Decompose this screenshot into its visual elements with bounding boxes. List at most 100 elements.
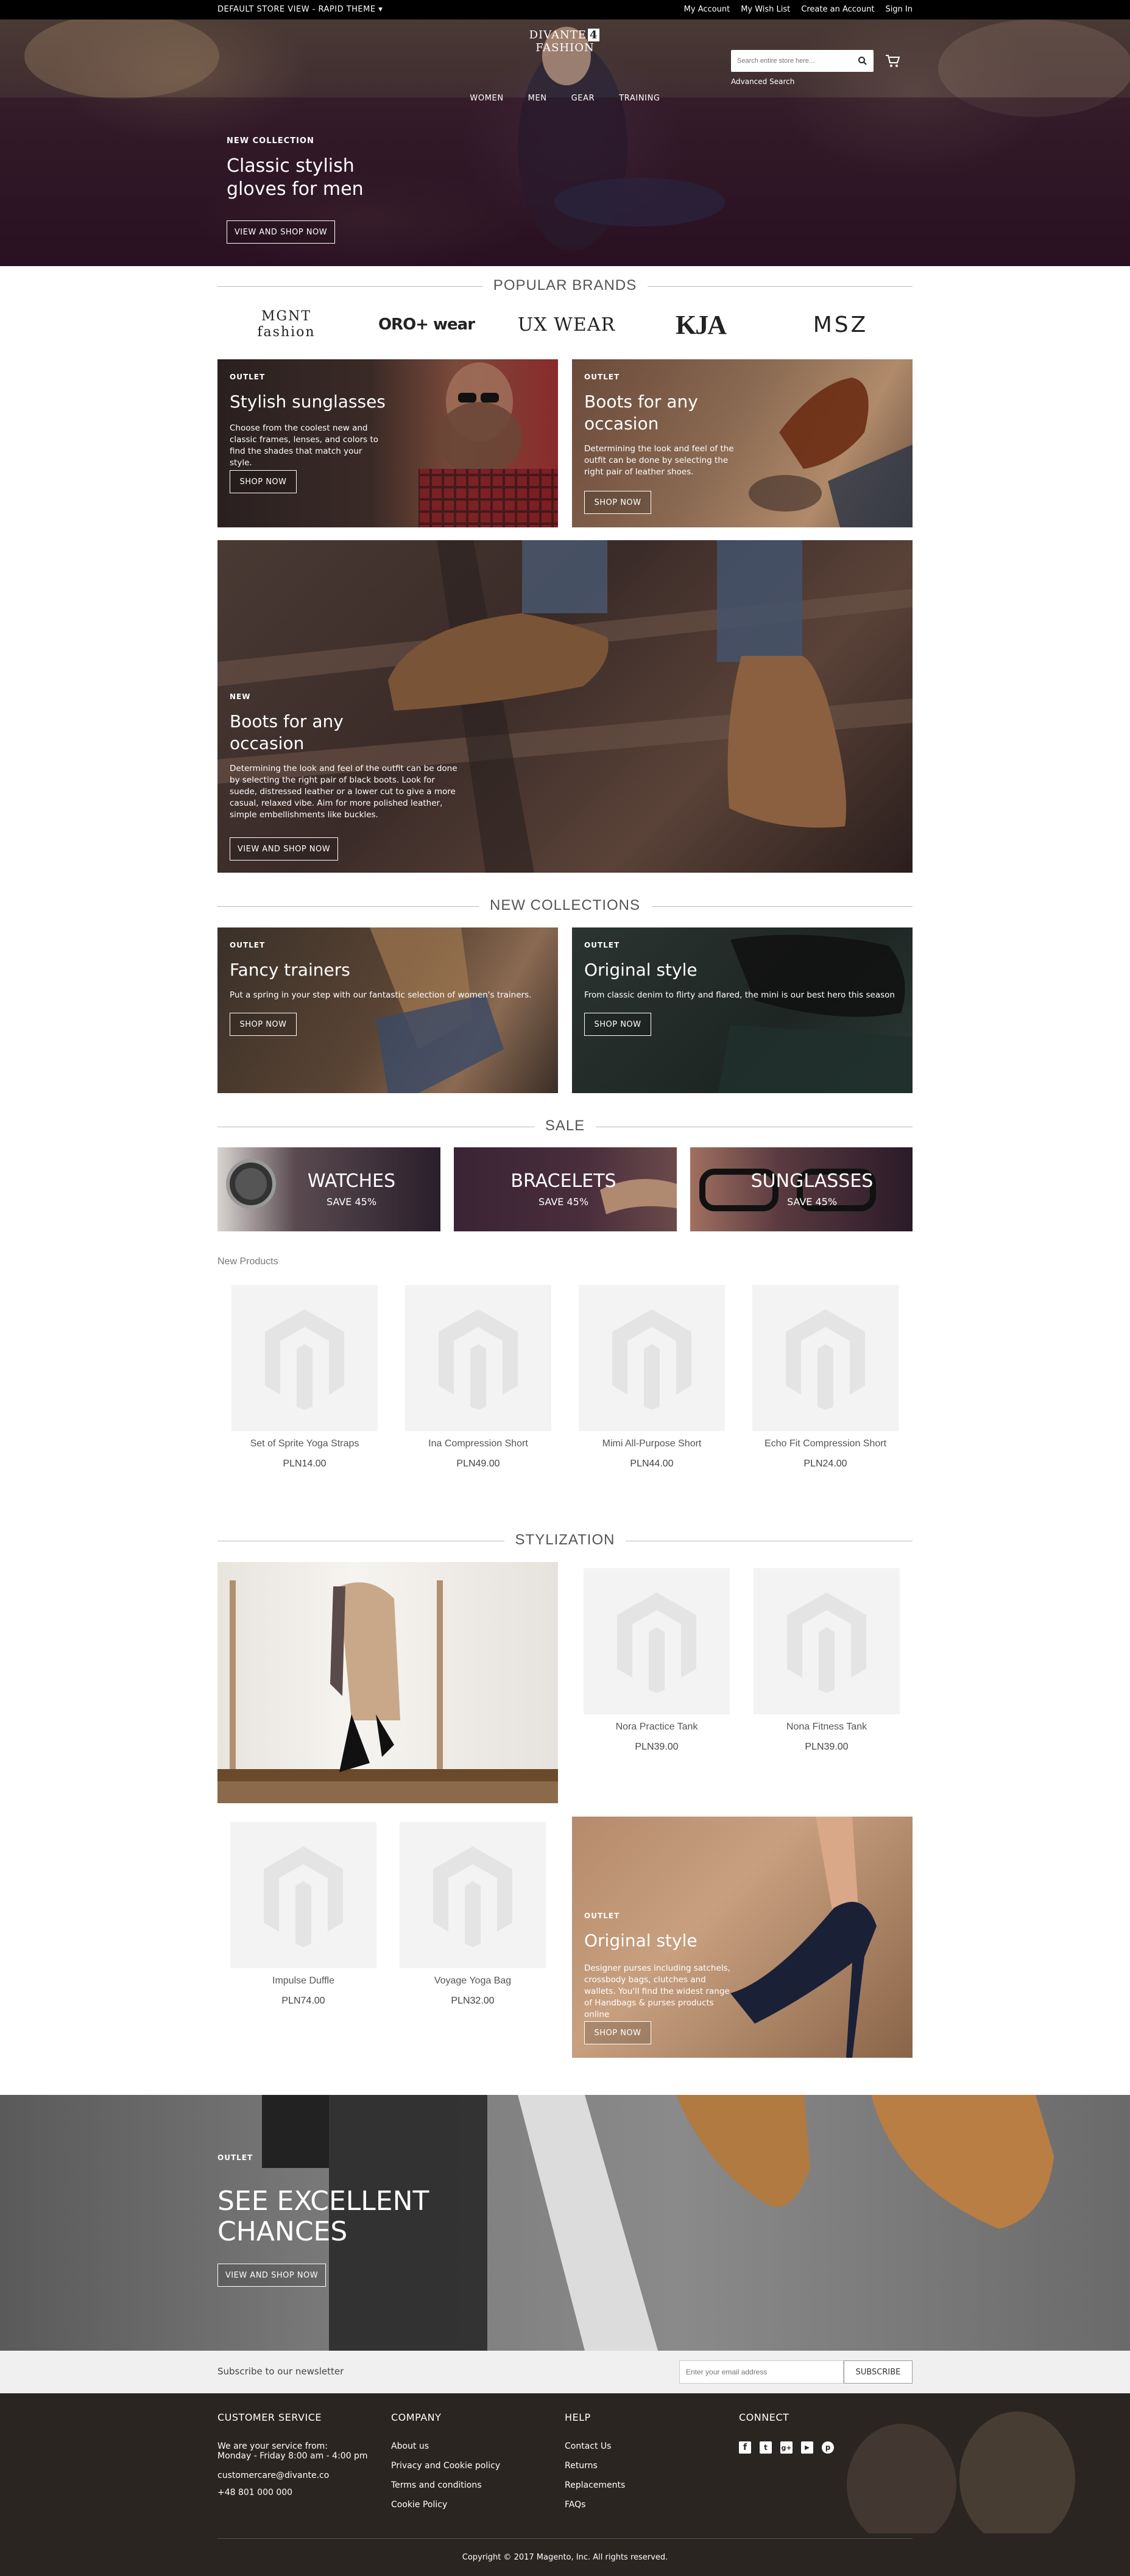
facebook-icon[interactable]: f xyxy=(739,2441,751,2454)
sunglasses-shop-button[interactable]: SHOP NOW xyxy=(230,470,297,493)
magento-placeholder-icon xyxy=(439,1309,518,1410)
sign-in-link[interactable]: Sign In xyxy=(885,5,913,14)
hero-tag: NEW COLLECTION xyxy=(227,136,314,146)
my-account-link[interactable]: My Account xyxy=(684,5,730,14)
boots-tag: OUTLET xyxy=(584,373,620,381)
big-boots-shop-button[interactable]: VIEW AND SHOP NOW xyxy=(230,837,338,860)
product-price: PLN32.00 xyxy=(451,1996,495,2006)
footer-link-returns[interactable]: Returns xyxy=(565,2461,625,2471)
boots-text: Determining the look and feel of the out… xyxy=(584,444,734,477)
create-account-link[interactable]: Create an Account xyxy=(801,5,874,14)
site-footer: CUSTOMER SERVICE We are your service fro… xyxy=(0,2393,1130,2576)
product-name[interactable]: Ina Compression Short xyxy=(399,1438,557,1449)
footer-link-faqs[interactable]: FAQs xyxy=(565,2500,625,2510)
footer-service-hours: Monday - Friday 8:00 am - 4:00 pm xyxy=(217,2451,368,2461)
footer-connect: CONNECT f t g+ ▶ p xyxy=(739,2412,834,2454)
my-wish-list-link[interactable]: My Wish List xyxy=(741,5,790,14)
stylization-title: STYLIZATION xyxy=(504,1532,626,1549)
promo-sunglasses[interactable]: OUTLET Stylish sunglasses Choose from th… xyxy=(217,359,558,527)
brand-msz[interactable]: MSZ xyxy=(786,303,895,346)
footer-link-privacy[interactable]: Privacy and Cookie policy xyxy=(391,2461,500,2471)
magento-placeholder-icon xyxy=(787,1592,866,1693)
nav-gear[interactable]: GEAR xyxy=(571,94,595,103)
trainers-title: Fancy trainers xyxy=(230,960,350,980)
brand-mgnt[interactable]: MGNT fashion xyxy=(231,303,341,346)
sale-bracelets[interactable]: BRACELETS SAVE 45% xyxy=(454,1147,677,1231)
footer-link-about[interactable]: About us xyxy=(391,2441,500,2451)
subscribe-button[interactable]: SUBSCRIBE xyxy=(844,2360,913,2384)
footer-link-replacements[interactable]: Replacements xyxy=(565,2480,625,2490)
sale-sunglasses-sub: SAVE 45% xyxy=(786,1196,838,1208)
footer-link-terms[interactable]: Terms and conditions xyxy=(391,2480,500,2490)
original-shop-button[interactable]: SHOP NOW xyxy=(584,1013,651,1036)
footer-connect-heading: CONNECT xyxy=(739,2412,789,2423)
collection-original[interactable]: OUTLET Original style From classic denim… xyxy=(572,927,913,1093)
sale-watches-title: WATCHES xyxy=(307,1170,396,1192)
stylization-card-text: Designer purses including satchels, cros… xyxy=(584,1963,730,2019)
hero-banner: DIVANTE4FASHION Advanced Search WOMEN ME… xyxy=(0,19,1130,266)
trainers-shop-button[interactable]: SHOP NOW xyxy=(230,1013,297,1036)
product-name[interactable]: Voyage Yoga Bag xyxy=(394,1976,552,1987)
search-input[interactable] xyxy=(731,50,847,72)
youtube-icon[interactable]: ▶ xyxy=(801,2441,813,2454)
collection-trainers[interactable]: OUTLET Fancy trainers Put a spring in yo… xyxy=(217,927,558,1093)
boots-shop-button[interactable]: SHOP NOW xyxy=(584,491,651,514)
copyright-text: Copyright © 2017 Magento, Inc. All right… xyxy=(462,2553,668,2562)
banner-shop-button[interactable]: VIEW AND SHOP NOW xyxy=(217,2264,326,2287)
popular-brands-title: POPULAR BRANDS xyxy=(482,277,648,294)
promo-big-boots[interactable]: NEW Boots for any occasion Determining t… xyxy=(217,540,913,873)
product-image[interactable] xyxy=(579,1285,725,1431)
magento-placeholder-icon xyxy=(786,1309,865,1410)
product-name[interactable]: Set of Sprite Yoga Straps xyxy=(225,1438,384,1449)
advanced-search-link[interactable]: Advanced Search xyxy=(731,77,794,86)
stylization-heading: STYLIZATION xyxy=(217,1532,913,1550)
magento-placeholder-icon xyxy=(265,1309,344,1410)
product-name[interactable]: Echo Fit Compression Short xyxy=(746,1438,905,1449)
product-name[interactable]: Nora Practice Tank xyxy=(577,1722,736,1733)
footer-email-link[interactable]: customercare@divante.co xyxy=(217,2471,368,2480)
sale-title: SALE xyxy=(534,1117,596,1135)
outlet-banner[interactable]: OUTLET SEE EXCELLENT CHANCES VIEW AND SH… xyxy=(0,2095,1130,2351)
footer-link-contact[interactable]: Contact Us xyxy=(565,2441,625,2451)
footer-phone: +48 801 000 000 xyxy=(217,2488,293,2497)
nav-men[interactable]: MEN xyxy=(528,94,547,103)
product-name[interactable]: Mimi All-Purpose Short xyxy=(573,1438,731,1449)
product-image[interactable] xyxy=(584,1568,730,1714)
product-image[interactable] xyxy=(754,1568,900,1714)
product-image[interactable] xyxy=(400,1822,546,1968)
product-image[interactable] xyxy=(230,1822,376,1968)
brand-uxwear-label: UX WEAR xyxy=(517,314,616,336)
product-name[interactable]: Impulse Duffle xyxy=(224,1976,383,1987)
hero-shop-button[interactable]: VIEW AND SHOP NOW xyxy=(227,220,335,244)
magento-placeholder-icon xyxy=(433,1846,512,1947)
nav-women[interactable]: WOMEN xyxy=(470,94,503,103)
footer-link-cookie[interactable]: Cookie Policy xyxy=(391,2500,500,2510)
top-bar: DEFAULT STORE VIEW - RAPID THEME ▾ My Ac… xyxy=(0,0,1130,19)
google-plus-icon[interactable]: g+ xyxy=(780,2441,793,2454)
twitter-icon[interactable]: t xyxy=(760,2441,772,2454)
nav-training[interactable]: TRAINING xyxy=(619,94,660,103)
sunglasses-text: Choose from the coolest new and classic … xyxy=(230,423,379,468)
popular-brands-heading: POPULAR BRANDS xyxy=(217,277,913,295)
pinterest-icon[interactable]: p xyxy=(822,2441,834,2454)
footer-company: COMPANY About us Privacy and Cookie poli… xyxy=(391,2412,500,2519)
store-switcher[interactable]: DEFAULT STORE VIEW - RAPID THEME ▾ xyxy=(217,5,383,14)
search-icon[interactable] xyxy=(858,56,867,66)
stylization-original-style[interactable]: OUTLET Original style Designer purses in… xyxy=(572,1817,913,2058)
stylization-photo-woman[interactable] xyxy=(217,1562,558,1803)
product-image[interactable] xyxy=(405,1285,551,1431)
promo-boots[interactable]: OUTLET Boots for any occasion Determinin… xyxy=(572,359,913,527)
brand-msz-label: MSZ xyxy=(813,312,869,337)
brand-oro[interactable]: ORO+ wear xyxy=(372,303,481,346)
site-logo[interactable]: DIVANTE 4FASHION xyxy=(506,29,624,54)
newsletter-email-input[interactable] xyxy=(679,2360,844,2384)
brand-uxwear[interactable]: UX WEAR xyxy=(506,303,627,346)
brand-kja[interactable]: KJA xyxy=(646,303,755,346)
sale-watches[interactable]: WATCHES SAVE 45% xyxy=(217,1147,440,1231)
stylization-shop-button[interactable]: SHOP NOW xyxy=(584,2021,651,2044)
product-name[interactable]: Nona Fitness Tank xyxy=(747,1722,906,1733)
product-image[interactable] xyxy=(231,1285,378,1431)
cart-icon[interactable] xyxy=(885,54,900,68)
product-image[interactable] xyxy=(752,1285,899,1431)
sale-sunglasses[interactable]: SUNGLASSES SAVE 45% xyxy=(690,1147,913,1231)
